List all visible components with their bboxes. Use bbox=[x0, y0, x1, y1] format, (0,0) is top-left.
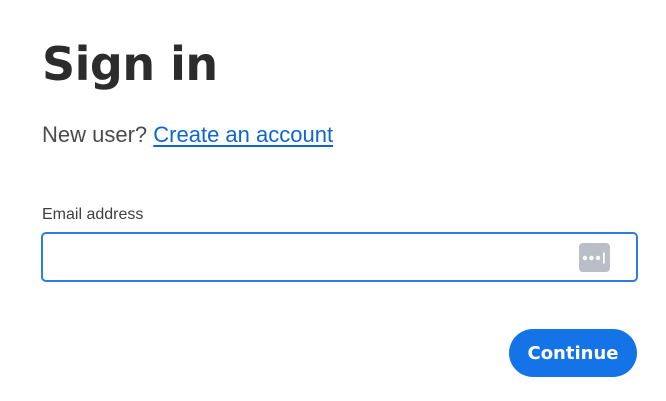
page-title: Sign in bbox=[42, 37, 218, 91]
email-input[interactable] bbox=[53, 234, 573, 280]
new-user-row: New user? Create an account bbox=[42, 120, 333, 150]
sign-in-page: Sign in New user? Create an account Emai… bbox=[0, 0, 666, 401]
dots-icon bbox=[582, 252, 605, 263]
email-field-container[interactable] bbox=[41, 232, 638, 282]
email-label: Email address bbox=[42, 206, 144, 223]
password-manager-icon[interactable] bbox=[579, 243, 610, 272]
new-user-prompt: New user? bbox=[42, 122, 148, 147]
continue-button[interactable]: Continue bbox=[509, 329, 637, 377]
create-account-link[interactable]: Create an account bbox=[153, 122, 333, 147]
